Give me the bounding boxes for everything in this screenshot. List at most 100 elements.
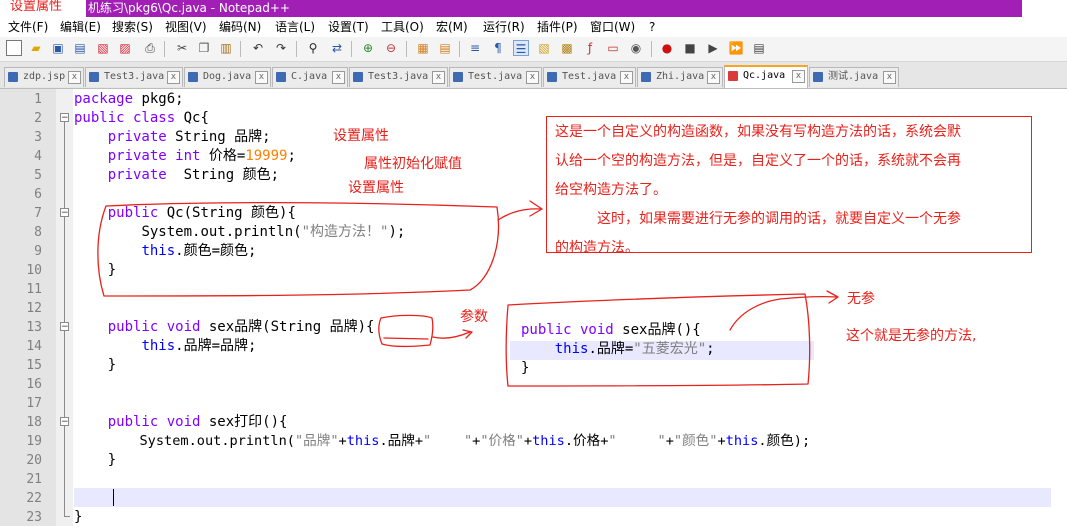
fold-toggle-icon[interactable]: − <box>60 208 69 218</box>
tab-close-icon[interactable]: x <box>255 71 268 84</box>
line-number: 2 <box>34 111 42 126</box>
word-wrap-icon[interactable]: ≡ <box>467 40 483 56</box>
line-number: 4 <box>34 149 42 164</box>
code-line-18: public void sex打印(){ <box>74 413 288 432</box>
function-list-icon[interactable]: ▩ <box>559 40 575 56</box>
tab-label: Test.java <box>468 71 523 82</box>
tab-close-icon[interactable]: x <box>332 71 345 84</box>
code-line-19: System.out.println("品牌"+this.品牌+" "+"价格"… <box>74 432 810 451</box>
tab-dog-java[interactable]: Dog.java x <box>184 67 271 87</box>
line-number: 5 <box>34 168 42 183</box>
close-all-icon[interactable]: ▨ <box>117 40 133 56</box>
save-macro-icon[interactable]: ▤ <box>751 40 767 56</box>
close-icon[interactable]: ▧ <box>95 40 111 56</box>
save-all-icon[interactable]: ▤ <box>72 40 88 56</box>
record-icon[interactable]: ● <box>659 40 675 56</box>
annotation-param: 参数 <box>460 309 488 325</box>
fold-toggle-icon[interactable]: − <box>60 113 69 123</box>
menu-edit[interactable]: 编辑(E) <box>60 17 101 37</box>
find-icon[interactable]: ⚲ <box>305 40 321 56</box>
string-literal: "五菱宏光" <box>633 341 707 357</box>
menu-tools[interactable]: 工具(O) <box>381 17 424 37</box>
keyword: this <box>554 341 589 357</box>
new-icon[interactable] <box>6 40 22 56</box>
sync-h-icon[interactable]: ▤ <box>437 40 453 56</box>
menu-view[interactable]: 视图(V) <box>165 17 207 37</box>
tab-qc-java[interactable]: Qc.java x <box>724 65 808 88</box>
string-literal: "品牌" <box>294 433 339 449</box>
fold-toggle-icon[interactable]: − <box>60 322 69 332</box>
menu-language[interactable]: 语言(L) <box>275 17 315 37</box>
tab-close-icon[interactable]: x <box>883 71 896 84</box>
tab-zdp-jsp[interactable]: zdp.jsp x <box>4 67 84 87</box>
zoom-in-icon[interactable]: ⊕ <box>360 40 376 56</box>
tab-close-icon[interactable]: x <box>167 71 180 84</box>
keyword: void <box>158 414 201 430</box>
eye-icon[interactable]: ◉ <box>628 40 644 56</box>
code-text: .品牌=品牌; <box>175 338 257 354</box>
zoom-out-icon[interactable]: ⊖ <box>383 40 399 56</box>
tab-close-icon[interactable]: x <box>620 71 633 84</box>
menu-plugins[interactable]: 插件(P) <box>537 17 578 37</box>
line-number: 15 <box>26 358 42 373</box>
keyword: public <box>74 110 125 126</box>
tab-label: 测试.java <box>828 71 879 82</box>
file-unsaved-icon <box>728 71 738 81</box>
tab-label: zdp.jsp <box>23 71 66 82</box>
sync-v-icon[interactable]: ▦ <box>415 40 431 56</box>
menu-encoding[interactable]: 编码(N) <box>219 17 261 37</box>
tab-close-icon[interactable]: x <box>68 71 81 84</box>
undo-icon[interactable]: ↶ <box>250 40 266 56</box>
menu-search[interactable]: 搜索(S) <box>112 17 153 37</box>
file-saved-icon <box>641 72 651 82</box>
menu-settings[interactable]: 设置(T) <box>328 17 369 37</box>
indent-guide-icon[interactable]: ☰ <box>513 40 529 56</box>
code-text: .品牌+ <box>379 433 424 449</box>
cut-icon[interactable]: ✂ <box>174 40 190 56</box>
open-icon[interactable]: ▰ <box>28 40 44 56</box>
menu-run[interactable]: 运行(R) <box>483 17 525 37</box>
monitor-icon[interactable]: ▭ <box>605 40 621 56</box>
menu-window[interactable]: 窗口(W) <box>590 17 635 37</box>
toolbar-separator <box>351 41 352 57</box>
doc-map-icon[interactable]: ▧ <box>536 40 552 56</box>
menu-macro[interactable]: 宏(M) <box>436 17 468 37</box>
tab-zhi-java[interactable]: Zhi.java x <box>637 67 723 87</box>
copy-icon[interactable]: ❐ <box>196 40 212 56</box>
tab-close-icon[interactable]: x <box>792 70 805 83</box>
tab-label: Qc.java <box>743 70 786 81</box>
keyword: private <box>107 129 167 145</box>
folder-icon[interactable]: ƒ <box>582 40 598 56</box>
play-icon[interactable]: ▶ <box>705 40 721 56</box>
constructor-note-line: 的构造方法。 <box>555 240 639 256</box>
code-text: .价格+ <box>564 433 609 449</box>
tab-close-icon[interactable]: x <box>432 71 445 84</box>
tab-test-cn-java[interactable]: 测试.java x <box>809 67 899 87</box>
fold-toggle-icon[interactable]: − <box>60 417 69 427</box>
menu-file[interactable]: 文件(F) <box>8 17 48 37</box>
tab-test-java-2[interactable]: Test.java x <box>543 67 636 87</box>
tab-close-icon[interactable]: x <box>526 71 539 84</box>
line-number: 11 <box>26 282 42 297</box>
code-line-5: private String 颜色; <box>74 166 279 185</box>
redo-icon[interactable]: ↷ <box>273 40 289 56</box>
replace-icon[interactable]: ⇄ <box>329 40 345 56</box>
constructor-explanation-box: 这是一个自定义的构造函数，如果没有写构造方法的话，系统会默 认给一个空的构造方法… <box>546 116 1032 256</box>
line-number: 20 <box>26 453 42 468</box>
tab-close-icon[interactable]: x <box>707 71 720 84</box>
code-text: } <box>107 357 117 373</box>
play-multi-icon[interactable]: ⏩ <box>728 40 744 56</box>
tab-test-java[interactable]: Test.java x <box>449 67 542 87</box>
tab-test3-java[interactable]: Test3.java x <box>85 67 183 87</box>
code-text: } <box>107 452 117 468</box>
show-all-chars-icon[interactable]: ¶ <box>490 40 506 56</box>
paste-icon[interactable]: ▥ <box>218 40 234 56</box>
tab-test3-java-2[interactable]: Test3.java x <box>349 67 448 87</box>
constructor-note-line: 这时，如果需要进行无参的调用的话，就要自定义一个无参 <box>555 211 961 227</box>
print-icon[interactable]: ⎙ <box>142 40 158 56</box>
menu-help[interactable]: ? <box>649 17 655 37</box>
keyword: private <box>107 148 167 164</box>
save-icon[interactable]: ▣ <box>50 40 66 56</box>
tab-c-java[interactable]: C.java x <box>272 67 348 87</box>
stop-icon[interactable]: ■ <box>682 40 698 56</box>
